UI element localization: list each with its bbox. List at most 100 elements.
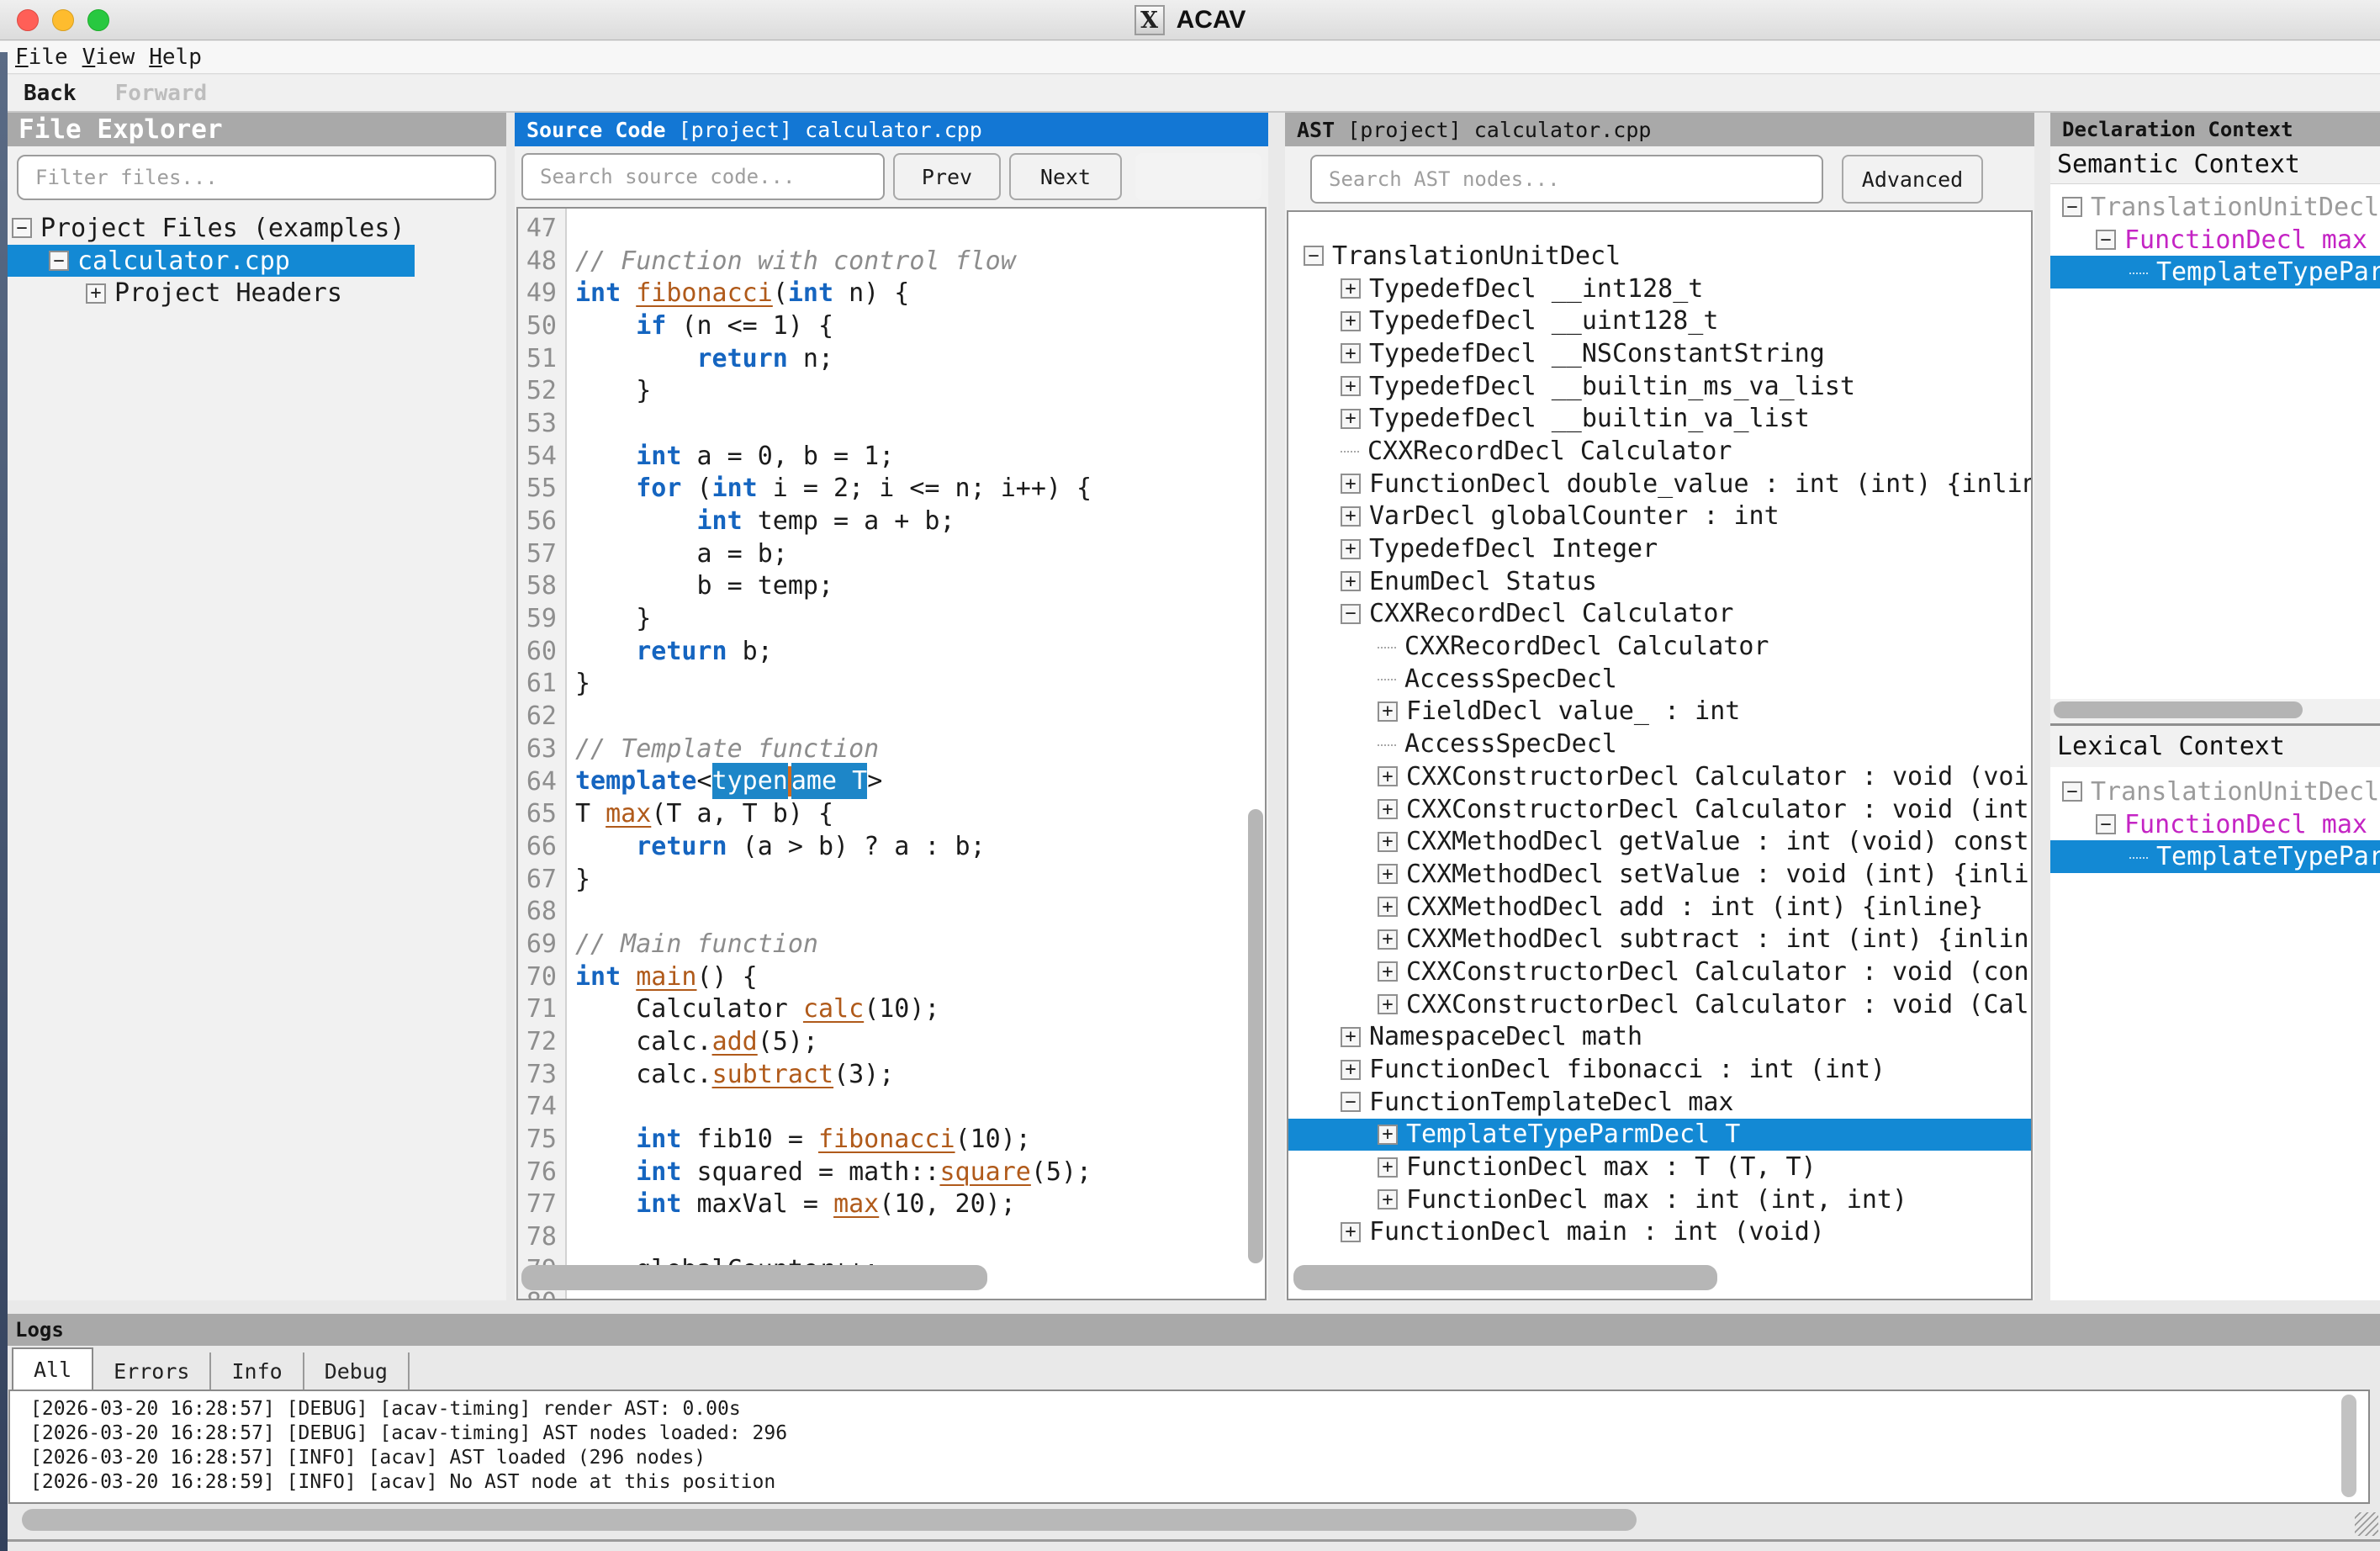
code-line[interactable]: 54 int a = 0, b = 1;: [518, 440, 1265, 473]
prev-button[interactable]: Prev: [893, 153, 1001, 200]
expand-icon[interactable]: +: [1341, 409, 1361, 429]
ast-node-row[interactable]: +TypedefDecl Integer: [1288, 532, 2031, 565]
function-link[interactable]: fibonacci: [818, 1125, 955, 1154]
ast-node-row[interactable]: +FunctionDecl fibonacci : int (int): [1288, 1053, 2031, 1086]
code-line[interactable]: 69// Main function: [518, 928, 1265, 961]
menu-item-help[interactable]: Help: [149, 45, 202, 70]
lexical-context-row[interactable]: TemplateTypeParmDecl T: [2050, 840, 2380, 873]
code-line[interactable]: 53: [518, 407, 1265, 440]
ast-node-row[interactable]: −TranslationUnitDecl: [1288, 240, 2031, 273]
ast-node-row[interactable]: CXXRecordDecl Calculator: [1288, 630, 2031, 663]
file-tree-row[interactable]: +Project Headers: [7, 277, 415, 310]
code-line[interactable]: 56 int temp = a + b;: [518, 505, 1265, 537]
logs-tab-debug[interactable]: Debug: [304, 1352, 410, 1390]
expand-icon[interactable]: +: [1378, 994, 1398, 1014]
search-source-input[interactable]: [521, 153, 885, 200]
ast-node-row[interactable]: +TypedefDecl __uint128_t: [1288, 304, 2031, 337]
code-line[interactable]: 62: [518, 700, 1265, 733]
semantic-horizontal-scrollbar[interactable]: [2054, 701, 2303, 718]
ast-node-row[interactable]: −FunctionTemplateDecl max: [1288, 1086, 2031, 1119]
ast-node-row[interactable]: +EnumDecl Status: [1288, 565, 2031, 598]
function-link[interactable]: max: [606, 799, 651, 828]
lexical-context-row[interactable]: −FunctionDecl max: [2050, 808, 2380, 841]
code-line[interactable]: 72 calc.add(5);: [518, 1025, 1265, 1058]
advanced-button[interactable]: Advanced: [1842, 155, 1983, 204]
expand-icon[interactable]: +: [1341, 571, 1361, 591]
logs-tab-errors[interactable]: Errors: [93, 1352, 211, 1390]
code-line[interactable]: 78: [518, 1220, 1265, 1253]
lexical-context-row[interactable]: −TranslationUnitDecl: [2050, 776, 2380, 808]
expand-icon[interactable]: +: [1378, 929, 1398, 950]
expand-icon[interactable]: +: [1378, 832, 1398, 852]
ast-horizontal-scrollbar[interactable]: [1293, 1265, 1717, 1290]
collapse-icon[interactable]: −: [2096, 814, 2116, 834]
ast-node-row[interactable]: +CXXMethodDecl setValue : void (int) {in…: [1288, 858, 2031, 891]
expand-icon[interactable]: +: [1378, 1157, 1398, 1178]
ast-node-row[interactable]: +CXXConstructorDecl Calculator : void (i…: [1288, 793, 2031, 826]
expand-icon[interactable]: +: [1378, 961, 1398, 982]
code-line[interactable]: 68: [518, 895, 1265, 928]
ast-node-row[interactable]: +CXXMethodDecl add : int (int) {inline}: [1288, 891, 2031, 924]
code-line[interactable]: 71 Calculator calc(10);: [518, 993, 1265, 1026]
code-editor[interactable]: 4748// Function with control flow49int f…: [516, 207, 1267, 1300]
code-line[interactable]: 50 if (n <= 1) {: [518, 310, 1265, 342]
forward-button[interactable]: Forward: [115, 81, 208, 106]
code-line[interactable]: 61}: [518, 668, 1265, 701]
semantic-context-row[interactable]: −TranslationUnitDecl: [2050, 191, 2380, 224]
source-horizontal-scrollbar[interactable]: [521, 1265, 987, 1290]
code-line[interactable]: 57 a = b;: [518, 537, 1265, 570]
collapse-icon[interactable]: −: [2096, 230, 2116, 250]
resize-grip-icon[interactable]: [2355, 1512, 2378, 1536]
code-line[interactable]: 60 return b;: [518, 635, 1265, 668]
code-line[interactable]: 55 for (int i = 2; i <= n; i++) {: [518, 473, 1265, 506]
ast-node-row[interactable]: +CXXMethodDecl getValue : int (void) con…: [1288, 825, 2031, 858]
ast-node-row[interactable]: +VarDecl globalCounter : int: [1288, 500, 2031, 533]
code-line[interactable]: 67}: [518, 863, 1265, 896]
menu-item-view[interactable]: View: [82, 45, 135, 70]
source-vertical-scrollbar[interactable]: [1248, 809, 1263, 1263]
expand-icon[interactable]: +: [1378, 1189, 1398, 1210]
code-line[interactable]: 47: [518, 212, 1265, 245]
next-button[interactable]: Next: [1009, 153, 1122, 200]
expand-icon[interactable]: +: [1378, 897, 1398, 917]
ast-node-row[interactable]: +TypedefDecl __NSConstantString: [1288, 337, 2031, 370]
code-line[interactable]: 75 int fib10 = fibonacci(10);: [518, 1123, 1265, 1156]
code-line[interactable]: 52 }: [518, 374, 1265, 407]
file-tree-row[interactable]: −Project Files (examples): [7, 212, 415, 245]
code-line[interactable]: 65T max(T a, T b) {: [518, 797, 1265, 830]
collapse-icon[interactable]: −: [1341, 1092, 1361, 1112]
code-line[interactable]: 74: [518, 1091, 1265, 1124]
expand-icon[interactable]: +: [1341, 539, 1361, 559]
code-line[interactable]: 64template<typename T>: [518, 765, 1265, 798]
ast-node-row[interactable]: +TypedefDecl __builtin_ms_va_list: [1288, 370, 2031, 403]
ast-node-row[interactable]: −CXXRecordDecl Calculator: [1288, 598, 2031, 631]
ast-node-row[interactable]: +TypedefDecl __int128_t: [1288, 273, 2031, 305]
expand-icon[interactable]: +: [1378, 799, 1398, 819]
logs-tab-info[interactable]: Info: [211, 1352, 304, 1390]
expand-icon[interactable]: +: [1341, 376, 1361, 396]
ast-node-row[interactable]: +CXXConstructorDecl Calculator : void (c…: [1288, 955, 2031, 988]
collapse-icon[interactable]: −: [2062, 197, 2082, 217]
collapse-icon[interactable]: −: [1304, 246, 1324, 266]
ast-node-row[interactable]: +FunctionDecl double_value : int (int) {…: [1288, 468, 2031, 500]
function-link[interactable]: subtract: [712, 1060, 834, 1089]
code-line[interactable]: 49int fibonacci(int n) {: [518, 277, 1265, 310]
semantic-context-row[interactable]: −FunctionDecl max: [2050, 224, 2380, 257]
search-ast-input[interactable]: [1310, 155, 1823, 204]
collapse-icon[interactable]: −: [49, 251, 69, 271]
ast-node-row[interactable]: +TemplateTypeParmDecl T: [1288, 1119, 2031, 1151]
expand-icon[interactable]: +: [1341, 1222, 1361, 1242]
code-line[interactable]: 59 }: [518, 602, 1265, 635]
ast-node-row[interactable]: +FunctionDecl max : T (T, T): [1288, 1151, 2031, 1183]
ast-node-row[interactable]: +CXXConstructorDecl Calculator : void (C…: [1288, 988, 2031, 1021]
ast-node-row[interactable]: +CXXMethodDecl subtract : int (int) {inl…: [1288, 923, 2031, 955]
code-line[interactable]: 77 int maxVal = max(10, 20);: [518, 1188, 1265, 1221]
file-tree-row[interactable]: −calculator.cpp: [7, 245, 415, 278]
logs-tab-all[interactable]: All: [12, 1347, 93, 1390]
logs-horizontal-scrollbar[interactable]: [22, 1509, 1637, 1531]
ast-node-row[interactable]: AccessSpecDecl: [1288, 663, 2031, 696]
function-link[interactable]: fibonacci: [636, 278, 773, 308]
ast-node-row[interactable]: +FunctionDecl main : int (void): [1288, 1216, 2031, 1249]
expand-icon[interactable]: +: [1378, 701, 1398, 722]
code-line[interactable]: 58 b = temp;: [518, 570, 1265, 603]
